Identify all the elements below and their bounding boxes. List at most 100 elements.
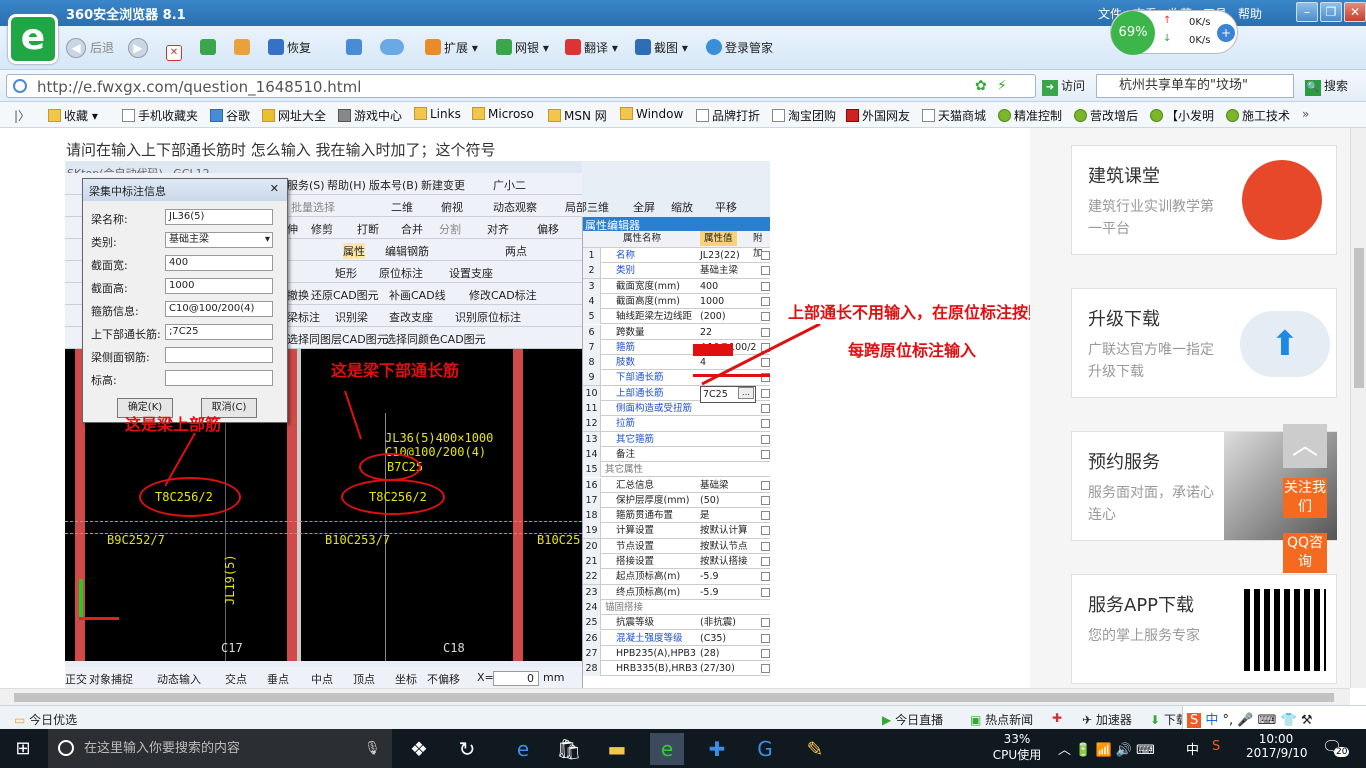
visit-button[interactable]: ➜ 访问 [1042, 77, 1085, 96]
property-row[interactable]: 5 轴线距梁左边线距 (200) [583, 309, 770, 325]
property-row[interactable]: 27 HPB235(A),HPB3 (28) [583, 645, 770, 662]
property-checkbox[interactable] [761, 404, 770, 413]
clock[interactable]: 10:00 2017/9/10 [1246, 732, 1308, 760]
fav-invention[interactable]: 【小发明 [1150, 107, 1214, 124]
fav-taobao[interactable]: 淘宝团购 [772, 107, 836, 124]
dialog-input-name[interactable]: JL36(5) [165, 209, 273, 225]
property-value[interactable]: 按默认搭接 [700, 554, 748, 569]
back-to-top-button[interactable]: ︿ [1283, 424, 1327, 468]
property-checkbox[interactable] [761, 281, 770, 291]
fav-mobile[interactable]: 手机收藏夹 [122, 107, 198, 124]
property-row[interactable]: 23 终点顶标高(m) -5.9 [583, 584, 770, 600]
fav-windows[interactable]: Window [620, 107, 683, 121]
windows-start-icon[interactable]: ⊞ [6, 733, 40, 765]
menu-help[interactable]: 帮助 [1238, 5, 1262, 22]
property-row[interactable]: 17 保护层厚度(mm) (50) [583, 492, 770, 509]
translate-button[interactable]: 翻译 ▾ [565, 38, 618, 58]
property-row[interactable]: 12 拉筋 [583, 416, 770, 432]
property-checkbox[interactable] [761, 251, 770, 260]
forward-arrow-icon[interactable]: ▶ [128, 38, 148, 58]
dialog-select-category[interactable]: 基础主梁 ▾ [165, 232, 273, 248]
dialog-close-icon[interactable]: ✕ [270, 182, 279, 195]
fav-construction[interactable]: 施工技术 [1226, 107, 1290, 124]
close-button[interactable]: ✕ [1344, 2, 1366, 22]
property-row[interactable]: 21 搭接设置 按默认搭接 [583, 554, 770, 570]
security-icon[interactable]: ✿ [975, 78, 987, 94]
store-icon[interactable]: 🛍 [552, 733, 586, 765]
property-row[interactable]: 13 其它箍筋 [583, 431, 770, 447]
property-checkbox[interactable] [761, 526, 770, 536]
property-checkbox[interactable] [761, 266, 770, 276]
plus-icon[interactable]: + [1217, 24, 1235, 42]
browser-360-icon[interactable]: e [650, 733, 684, 765]
property-row[interactable]: 22 起点顶标高(m) -5.9 [583, 569, 770, 585]
property-checkbox[interactable] [761, 495, 770, 505]
property-checkbox[interactable] [761, 419, 770, 429]
property-row[interactable]: 24 锚固搭接 [583, 599, 770, 616]
fav-msn[interactable]: MSN 网 [548, 107, 607, 124]
property-value[interactable]: (28) [700, 646, 720, 661]
plus-status-icon[interactable]: ✚ [1052, 711, 1062, 725]
maximize-button[interactable]: ❐ [1320, 2, 1342, 22]
fav-brand[interactable]: 品牌打折 [696, 107, 760, 124]
app-icon-2[interactable]: ✚ [700, 733, 734, 765]
lightning-icon[interactable]: ⚡ [997, 78, 1007, 94]
property-value[interactable]: 400 [700, 279, 718, 294]
card-app[interactable]: 服务APP下载 您的掌上服务专家 [1071, 574, 1337, 684]
fav-games[interactable]: 游戏中心 [338, 107, 402, 124]
property-row[interactable]: 1 名称 JL23(22) [583, 248, 770, 264]
bank-button[interactable]: 网银 ▾ [496, 38, 549, 58]
back-arrow-icon[interactable]: ◀ [66, 38, 86, 58]
property-value[interactable]: (非抗震) [700, 615, 736, 630]
hscroll-thumb[interactable] [14, 693, 1334, 702]
property-checkbox[interactable] [761, 511, 770, 521]
card-download[interactable]: 升级下载 广联达官方唯一指定升级下载 ⬆ [1071, 288, 1337, 398]
property-row[interactable]: 15 其它属性 [583, 462, 770, 478]
property-editor[interactable]: 属性编辑器 属性名称 属性值 附加 1 名称 JL23(22) 2 类别 基础主梁 3 截面宽… [582, 217, 770, 689]
property-value[interactable]: (27/30) [700, 661, 735, 676]
restore-button[interactable]: 恢复 [268, 38, 311, 58]
login-manager-button[interactable]: 登录管家 [706, 38, 773, 58]
accelerator[interactable]: ✈ 加速器 [1082, 711, 1132, 728]
property-checkbox[interactable] [761, 434, 770, 444]
cloud-icon[interactable] [380, 38, 407, 58]
property-value[interactable]: (C35) [700, 631, 726, 646]
fav-precise[interactable]: 精准控制 [998, 107, 1062, 124]
fav-microsoft[interactable]: Microso [472, 107, 534, 121]
sidebar-toggle-icon[interactable]: |〉 [14, 107, 30, 124]
fav-vat[interactable]: 营改增后 [1074, 107, 1138, 124]
property-checkbox[interactable] [761, 541, 770, 551]
property-value[interactable]: 基础梁 [700, 478, 729, 493]
fav-nav[interactable]: 网址大全 [262, 107, 326, 124]
property-checkbox[interactable] [761, 449, 770, 459]
property-row[interactable]: 28 HRB335(B),HRB3 (27/30) [583, 661, 770, 677]
tray-icons[interactable]: ︿ 🔋 📶 🔊 ⌨ [1058, 739, 1155, 758]
property-value[interactable]: (50) [700, 493, 720, 508]
property-row[interactable]: 3 截面宽度(mm) 400 [583, 278, 770, 294]
property-value[interactable]: 是 [700, 508, 710, 523]
property-row[interactable]: 25 抗震等级 (非抗震) [583, 615, 770, 631]
network-speed-widget[interactable]: 69% ↑ 0K/s ↓ 0K/s + [1110, 10, 1238, 55]
vertical-scrollbar[interactable] [1350, 128, 1366, 688]
property-row[interactable]: 14 备注 [583, 446, 770, 463]
property-checkbox[interactable] [761, 557, 770, 566]
property-checkbox[interactable] [761, 480, 770, 490]
edge-icon[interactable]: e [506, 733, 540, 765]
horizontal-scrollbar[interactable] [0, 688, 1350, 705]
extend-button[interactable]: 扩展 ▾ [425, 38, 478, 58]
property-checkbox[interactable] [761, 587, 770, 597]
property-value[interactable]: -5.9 [700, 585, 719, 600]
property-checkbox[interactable] [761, 648, 770, 658]
home-icon[interactable] [234, 38, 253, 58]
dialog-input-width[interactable]: 400 [165, 255, 273, 271]
property-value[interactable]: (200) [700, 309, 726, 324]
fav-google[interactable]: 谷歌 [210, 107, 250, 124]
property-row[interactable]: 19 计算设置 按默认计算 [583, 523, 770, 539]
url-input[interactable]: http://e.fwxgx.com/question_1648510.html… [6, 74, 1036, 98]
screenshot-button[interactable]: 截图 ▾ [635, 38, 688, 58]
task-view-icon[interactable]: ❖ [402, 733, 436, 765]
refresh-icon[interactable] [200, 38, 219, 58]
property-checkbox[interactable] [761, 296, 770, 306]
property-value[interactable]: 1000 [700, 294, 724, 309]
property-row[interactable]: 18 箍筋贯通布置 是 [583, 508, 770, 524]
